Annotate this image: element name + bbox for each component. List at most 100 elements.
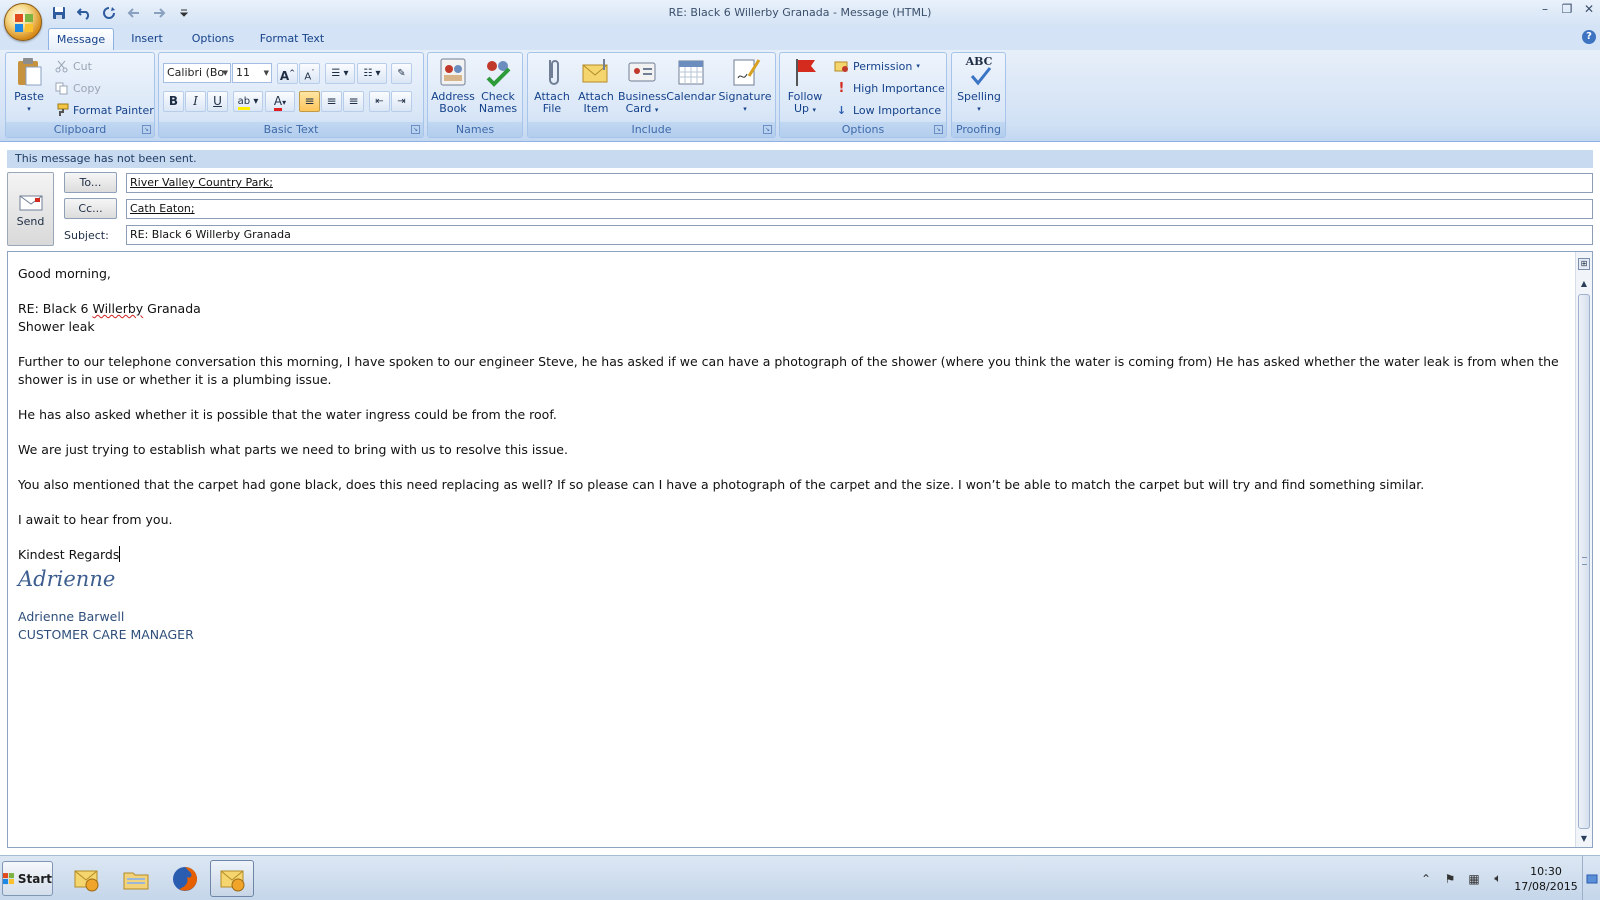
bold-button[interactable]: B [163, 91, 184, 112]
low-importance-label: Low Importance [853, 103, 942, 117]
highlight-button[interactable]: ab ▾ [233, 91, 263, 112]
scroll-up-icon[interactable]: ▲ [1578, 278, 1590, 290]
grow-font-button[interactable]: A^ [277, 63, 298, 84]
close-icon[interactable]: ✕ [1582, 2, 1596, 16]
high-importance-icon: ! [838, 80, 845, 96]
minimize-icon[interactable]: – [1538, 2, 1552, 16]
bullets-button[interactable]: ☰ ▾ [325, 63, 355, 84]
action-center-flag-icon[interactable]: ⚑ [1441, 870, 1459, 888]
re-prefix: RE: Black 6 [18, 301, 93, 316]
folder-icon [123, 872, 149, 889]
taskbar: Start ⌃ ⚑ ▦ 🔈︎ 10:30 17/08/2015 [0, 855, 1600, 900]
signature-button[interactable]: Signature ▾ [717, 56, 773, 115]
flag-icon [796, 59, 816, 86]
permission-button[interactable]: Permission ▾ [834, 56, 920, 76]
message-body[interactable]: Good morning, RE: Black 6 Willerby Grana… [7, 251, 1593, 848]
shrink-font-button[interactable]: Aˇ [299, 63, 320, 84]
paragraph-4: You also mentioned that the carpet had g… [18, 477, 1425, 492]
network-icon[interactable]: ▦ [1465, 870, 1483, 888]
start-button[interactable]: Start [2, 861, 53, 896]
attach-file-button[interactable]: Attach File [530, 56, 574, 115]
high-importance-button[interactable]: ! High Importance [834, 78, 945, 98]
permission-dropdown-icon: ▾ [916, 62, 920, 70]
clear-formatting-button[interactable]: ✎ [391, 63, 412, 84]
font-color-button[interactable]: A▾ [265, 91, 295, 112]
copy-button[interactable]: Copy [54, 78, 101, 98]
message-text[interactable]: Good morning, RE: Black 6 Willerby Grana… [18, 265, 1568, 644]
size-dropdown-icon: ▼ [263, 69, 269, 77]
follow-up-label-2: Up [793, 102, 810, 115]
business-card-icon [628, 62, 656, 82]
align-center-button[interactable]: ≡ [321, 91, 342, 112]
paragraph-2: He has also asked whether it is possible… [18, 407, 557, 422]
clock-date: 17/08/2015 [1514, 879, 1578, 893]
permission-icon [834, 59, 849, 74]
show-desktop-button[interactable] [1582, 856, 1600, 900]
font-size-combo[interactable]: 11 ▼ [232, 63, 272, 83]
spelling-button[interactable]: ABC Spelling ▾ [954, 56, 1004, 115]
business-card-button[interactable]: Business Card ▾ [618, 56, 667, 116]
attach-item-button[interactable]: Attach Item [574, 56, 618, 115]
font-name-combo[interactable]: Calibri (Bo ▼ [163, 63, 231, 83]
tab-insert[interactable]: Insert [122, 28, 172, 50]
show-hidden-icons-icon[interactable]: ⌃ [1417, 870, 1435, 888]
clipboard-launcher-icon[interactable]: ↘ [142, 125, 151, 134]
options-launcher-icon[interactable]: ↘ [934, 125, 943, 134]
office-button[interactable] [4, 3, 42, 41]
permission-label: Permission [853, 59, 913, 73]
tab-format-text[interactable]: Format Text [254, 28, 330, 50]
to-field[interactable]: River Valley Country Park; [126, 173, 1593, 193]
include-launcher-icon[interactable]: ↘ [763, 125, 772, 134]
vertical-scrollbar[interactable]: ⊞ ▲ ▼ [1575, 252, 1592, 847]
business-card-label-2: Card [625, 102, 652, 115]
restore-icon[interactable]: ❐ [1560, 2, 1574, 16]
align-right-button[interactable]: ≡ [343, 91, 364, 112]
scroll-thumb[interactable] [1578, 294, 1590, 829]
cut-button[interactable]: Cut [54, 56, 92, 76]
volume-icon[interactable]: 🔈︎ [1489, 870, 1507, 888]
send-envelope-icon [19, 195, 42, 211]
format-painter-button[interactable]: Format Painter [54, 100, 154, 120]
re-block: RE: Black 6 Willerby Granada Shower leak [18, 300, 1568, 336]
taskbar-outlook[interactable] [64, 860, 108, 897]
paste-button[interactable]: Paste ▾ [10, 56, 48, 115]
increase-indent-button[interactable]: ⇥ [391, 91, 412, 112]
scroll-down-icon[interactable]: ▼ [1578, 833, 1590, 845]
clipboard-group-label: Clipboard [6, 122, 154, 137]
names-group-label: Names [428, 122, 522, 137]
italic-button[interactable]: I [185, 91, 206, 112]
taskbar-outlook-message[interactable] [210, 860, 254, 897]
view-ruler-icon[interactable]: ⊞ [1578, 258, 1590, 270]
office-logo-icon [15, 14, 33, 32]
re-suffix: Granada [143, 301, 201, 316]
misspelled-word[interactable]: Willerby [93, 301, 144, 316]
attach-item-label-2: Item [583, 102, 609, 115]
to-recipient: River Valley Country Park; [130, 176, 273, 189]
underline-button[interactable]: U [207, 91, 228, 112]
closing-line: Kindest Regards [18, 546, 1568, 564]
cc-field[interactable]: Cath Eaton; [126, 199, 1593, 219]
basic-text-launcher-icon[interactable]: ↘ [411, 125, 420, 134]
font-size-value: 11 [236, 66, 250, 79]
follow-up-button[interactable]: Follow Up ▾ [782, 56, 828, 116]
to-button[interactable]: To... [64, 172, 117, 193]
decrease-indent-button[interactable]: ⇤ [369, 91, 390, 112]
system-tray: ⌃ ⚑ ▦ 🔈︎ 10:30 17/08/2015 [1414, 856, 1600, 900]
help-icon[interactable]: ? [1582, 30, 1596, 44]
taskbar-firefox[interactable] [163, 860, 207, 897]
taskbar-explorer[interactable] [114, 860, 158, 897]
check-names-button[interactable]: Check Names [476, 56, 520, 115]
clock[interactable]: 10:30 17/08/2015 [1514, 864, 1578, 894]
cc-button[interactable]: Cc... [64, 198, 117, 219]
calendar-button[interactable]: Calendar [666, 56, 716, 103]
send-button[interactable]: Send [7, 172, 54, 246]
info-bar: This message has not been sent. [7, 150, 1593, 168]
clock-time: 10:30 [1530, 864, 1562, 878]
align-left-button[interactable]: ≡ [299, 91, 320, 112]
subject-field[interactable]: RE: Black 6 Willerby Granada [126, 225, 1593, 245]
numbering-button[interactable]: ☷ ▾ [357, 63, 387, 84]
tab-message[interactable]: Message [48, 28, 114, 50]
tab-options[interactable]: Options [184, 28, 242, 50]
low-importance-button[interactable]: ↓ Low Importance [834, 100, 941, 120]
address-book-button[interactable]: Address Book [431, 56, 475, 115]
